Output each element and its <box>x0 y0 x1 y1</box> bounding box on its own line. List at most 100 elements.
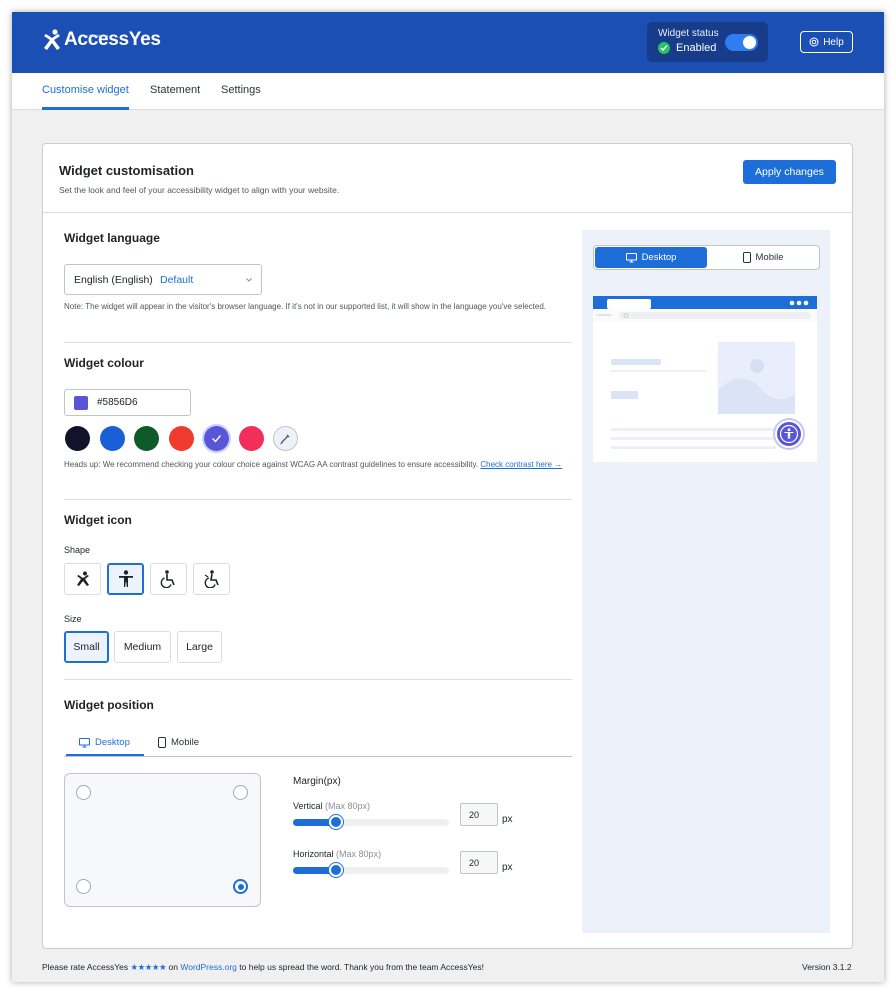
tab-statement[interactable]: Statement <box>150 84 200 96</box>
accessibility-person-icon <box>779 424 799 444</box>
tab-customise-widget[interactable]: Customise widget <box>42 84 129 96</box>
size-medium-button[interactable]: Medium <box>114 631 171 663</box>
position-tab-mobile-label: Mobile <box>171 737 199 748</box>
check-circle-icon <box>658 42 670 54</box>
card-subtitle: Set the look and feel of your accessibil… <box>59 185 340 195</box>
chevron-down-icon <box>246 278 252 282</box>
swatch-navy[interactable] <box>65 426 90 451</box>
apply-changes-button[interactable]: Apply changes <box>743 160 836 184</box>
margin-title: Margin(px) <box>293 776 341 787</box>
size-large-button[interactable]: Large <box>177 631 222 663</box>
size-label: Size <box>64 614 82 624</box>
widget-status-box: Widget status Enabled <box>647 22 768 62</box>
checkmark-icon <box>212 435 222 443</box>
language-select-value: English (English) <box>74 274 153 286</box>
position-picker <box>64 773 261 907</box>
vertical-label: Vertical <box>293 801 323 811</box>
position-section-title: Widget position <box>64 698 154 712</box>
position-tab-desktop[interactable]: Desktop <box>79 737 130 748</box>
active-tab-indicator <box>42 107 129 110</box>
top-bar: AccessYes by CookieYes Widget status Ena… <box>12 12 884 73</box>
position-tab-indicator <box>66 754 144 756</box>
mobile-icon <box>742 252 751 263</box>
swatch-red[interactable] <box>169 426 194 451</box>
vertical-hint: (Max 80px) <box>325 801 371 811</box>
help-button[interactable]: Help <box>800 31 853 53</box>
version-label: Version 3.1.2 <box>802 962 852 972</box>
wheelchair-active-icon <box>204 570 219 588</box>
shape-option-accessyes[interactable] <box>64 563 101 595</box>
horizontal-hint: (Max 80px) <box>336 849 382 859</box>
logo-text: AccessYes <box>64 29 161 50</box>
card-title: Widget customisation <box>59 163 194 178</box>
language-default-tag: Default <box>160 274 194 286</box>
vertical-unit: px <box>502 814 513 825</box>
widget-status-label: Widget status <box>658 28 719 39</box>
shape-option-person[interactable] <box>107 563 144 595</box>
logo-icon <box>44 29 60 50</box>
custom-colour-picker-button[interactable] <box>273 426 298 451</box>
preview-browser-mockup <box>593 296 817 462</box>
check-contrast-link[interactable]: Check contrast here → <box>480 460 562 469</box>
footer-on: on <box>168 962 178 972</box>
preview-tab-desktop[interactable]: Desktop <box>595 247 707 268</box>
desktop-icon <box>79 737 90 747</box>
footer-rate-prefix: Please rate AccessYes <box>42 962 129 972</box>
shape-option-wheelchair[interactable] <box>150 563 187 595</box>
colour-hex-input[interactable]: #5856D6 <box>64 389 191 416</box>
language-section-title: Widget language <box>64 231 160 245</box>
vertical-margin-label: Vertical (Max 80px) <box>293 801 370 811</box>
footer-rate-suffix: to help us spread the word. Thank you fr… <box>239 962 485 972</box>
horizontal-margin-input[interactable]: 20 <box>460 851 498 874</box>
horizontal-label: Horizontal <box>293 849 334 859</box>
preview-tab-desktop-label: Desktop <box>641 252 677 263</box>
swatch-purple[interactable] <box>204 426 229 451</box>
horizontal-margin-label: Horizontal (Max 80px) <box>293 849 381 859</box>
position-radio-bottom-left[interactable] <box>76 879 91 894</box>
colour-section-title: Widget colour <box>64 356 144 370</box>
card-header: Widget customisation Set the look and fe… <box>43 144 852 213</box>
preview-tab-mobile[interactable]: Mobile <box>707 247 819 268</box>
shape-label: Shape <box>64 545 91 555</box>
size-small-button[interactable]: Small <box>64 631 109 663</box>
widget-preview-button <box>775 420 803 448</box>
swatch-green[interactable] <box>134 426 159 451</box>
colour-preview-chip <box>74 396 88 410</box>
lifebuoy-icon <box>809 37 819 47</box>
position-radio-bottom-right[interactable] <box>233 879 248 894</box>
swatch-blue[interactable] <box>100 426 125 451</box>
position-radio-top-left[interactable] <box>76 785 91 800</box>
tab-settings[interactable]: Settings <box>221 84 261 96</box>
accessibility-person-icon <box>118 570 133 587</box>
position-radio-top-right[interactable] <box>233 785 248 800</box>
shape-option-wheelchair-active[interactable] <box>193 563 230 595</box>
desktop-icon <box>625 252 637 262</box>
toggle-knob <box>743 36 756 49</box>
vertical-slider-thumb[interactable] <box>328 815 343 829</box>
position-tab-mobile[interactable]: Mobile <box>158 737 199 748</box>
swatch-pink[interactable] <box>239 426 264 451</box>
wheelchair-icon <box>160 570 175 588</box>
position-tabs: Desktop Mobile <box>64 730 572 757</box>
wordpress-link[interactable]: WordPress.org <box>180 962 237 972</box>
language-note: Note: The widget will appear in the visi… <box>64 302 547 311</box>
language-select[interactable]: English (English) Default <box>64 264 262 295</box>
horizontal-slider-thumb[interactable] <box>328 863 343 877</box>
widget-customisation-card: Widget customisation Set the look and fe… <box>42 143 853 949</box>
widget-status-value: Enabled <box>676 42 717 54</box>
eyedropper-icon <box>280 434 290 445</box>
preview-tab-mobile-label: Mobile <box>755 252 784 263</box>
icon-section-title: Widget icon <box>64 513 132 527</box>
colour-note-text: Heads up: We recommend checking your col… <box>64 460 479 469</box>
divider <box>64 679 572 680</box>
widget-status-toggle[interactable] <box>725 34 758 51</box>
app-frame: AccessYes by CookieYes Widget status Ena… <box>12 12 884 982</box>
main-nav: Customise widget Statement Settings <box>12 73 884 110</box>
horizontal-margin-slider[interactable] <box>293 863 449 877</box>
divider <box>64 342 572 343</box>
footer-stars[interactable]: ★★★★★ <box>131 962 167 972</box>
divider <box>64 499 572 500</box>
vertical-margin-slider[interactable] <box>293 815 449 829</box>
mobile-icon <box>158 737 166 748</box>
vertical-margin-input[interactable]: 20 <box>460 803 498 826</box>
